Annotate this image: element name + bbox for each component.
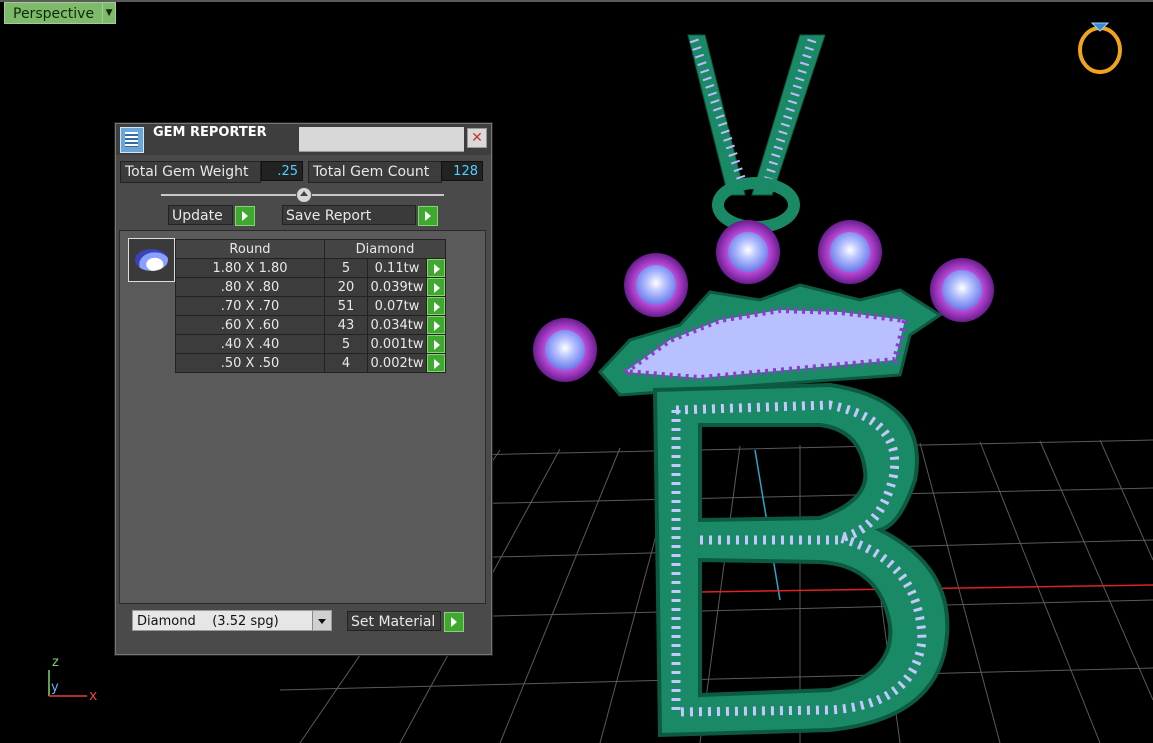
gem-size: .40 X .40: [175, 334, 325, 354]
table-row[interactable]: .60 X .60 43 0.034tw: [175, 315, 446, 335]
row-go-cell: [426, 334, 446, 354]
gem-count: 5: [324, 334, 368, 354]
row-go-cell: [426, 258, 446, 278]
table-row[interactable]: .40 X .40 5 0.001tw: [175, 334, 446, 354]
table-row[interactable]: .80 X .80 20 0.039tw: [175, 277, 446, 297]
gem-count: 5: [324, 258, 368, 278]
gem-size: .60 X .60: [175, 315, 325, 335]
gem-size: .70 X .70: [175, 296, 325, 316]
size-slider-handle[interactable]: [296, 187, 312, 203]
gem-table-body: 1.80 X 1.80 5 0.11tw .80 X .80 20 0.039tw .70 …: [175, 258, 446, 373]
row-go-icon[interactable]: [427, 335, 445, 353]
ring-icon[interactable]: [1078, 22, 1122, 74]
total-count-value: 128: [441, 161, 483, 181]
chevron-down-icon[interactable]: [312, 611, 331, 630]
viewport-tab[interactable]: Perspective ▼: [4, 2, 117, 24]
set-material-go-icon[interactable]: [444, 612, 464, 632]
gem-table: Round Diamond 1.80 X 1.80 5 0.11tw .80 X .8…: [175, 239, 446, 373]
material-name: Diamond: [137, 614, 196, 629]
row-go-cell: [426, 296, 446, 316]
gem-weight: 0.11tw: [367, 258, 427, 278]
panel-title: GEM REPORTER: [153, 125, 267, 140]
pendant-bail: [687, 34, 826, 233]
total-count-label: Total Gem Count: [308, 161, 442, 183]
gem-weight: 0.001tw: [367, 334, 427, 354]
material-spg: (3.52 spg): [212, 614, 279, 629]
total-weight-value: .25: [261, 161, 303, 181]
gem-count: 43: [324, 315, 368, 335]
pendant-letter-b: [652, 382, 950, 738]
save-report-button[interactable]: Save Report: [282, 205, 416, 225]
set-material-label: Set Material: [351, 614, 436, 630]
axis-gizmo-icon: [48, 670, 87, 697]
row-go-icon[interactable]: [427, 354, 445, 372]
gem-count: 51: [324, 296, 368, 316]
table-row[interactable]: 1.80 X 1.80 5 0.11tw: [175, 258, 446, 278]
table-row[interactable]: .50 X .50 4 0.002tw: [175, 353, 446, 373]
gem-reporter-icon: [120, 127, 144, 153]
axis-x-label: x: [89, 688, 98, 704]
titlebar-fill: [299, 127, 464, 152]
chevron-down-icon[interactable]: ▼: [102, 2, 117, 24]
viewport-label[interactable]: Perspective: [4, 2, 103, 24]
gem-weight: 0.034tw: [367, 315, 427, 335]
gem-size: 1.80 X 1.80: [175, 258, 325, 278]
gem-thumbnail[interactable]: [128, 238, 175, 282]
gem-weight: 0.039tw: [367, 277, 427, 297]
panel-titlebar[interactable]: GEM REPORTER ✕: [116, 124, 491, 155]
gem-count: 20: [324, 277, 368, 297]
update-button-label: Update: [172, 208, 223, 224]
gem-count: 4: [324, 353, 368, 373]
header-shape: Round: [175, 239, 325, 259]
row-go-icon[interactable]: [427, 259, 445, 277]
close-icon[interactable]: ✕: [467, 128, 487, 148]
header-material: Diamond: [324, 239, 446, 259]
gem-weight: 0.002tw: [367, 353, 427, 373]
save-report-label: Save Report: [286, 208, 372, 224]
row-go-cell: [426, 277, 446, 297]
gem-size: .50 X .50: [175, 353, 325, 373]
row-go-icon[interactable]: [427, 297, 445, 315]
update-go-icon[interactable]: [235, 206, 255, 226]
total-weight-label: Total Gem Weight: [120, 161, 261, 183]
gem-size: .80 X .80: [175, 277, 325, 297]
save-report-go-icon[interactable]: [418, 206, 438, 226]
table-row[interactable]: .70 X .70 51 0.07tw: [175, 296, 446, 316]
gem-list-area: Round Diamond 1.80 X 1.80 5 0.11tw .80 X .8…: [119, 230, 486, 604]
table-header-row: Round Diamond: [175, 239, 446, 259]
row-go-cell: [426, 353, 446, 373]
oval-gem-icon: [135, 249, 168, 271]
gem-weight: 0.07tw: [367, 296, 427, 316]
row-go-icon[interactable]: [427, 278, 445, 296]
material-select[interactable]: Diamond (3.52 spg): [132, 610, 332, 631]
set-material-button[interactable]: Set Material: [347, 611, 441, 631]
row-go-cell: [426, 315, 446, 335]
update-button[interactable]: Update: [168, 205, 233, 225]
row-go-icon[interactable]: [427, 316, 445, 334]
gem-reporter-panel: GEM REPORTER ✕ Total Gem Weight .25 Tota…: [115, 123, 492, 655]
